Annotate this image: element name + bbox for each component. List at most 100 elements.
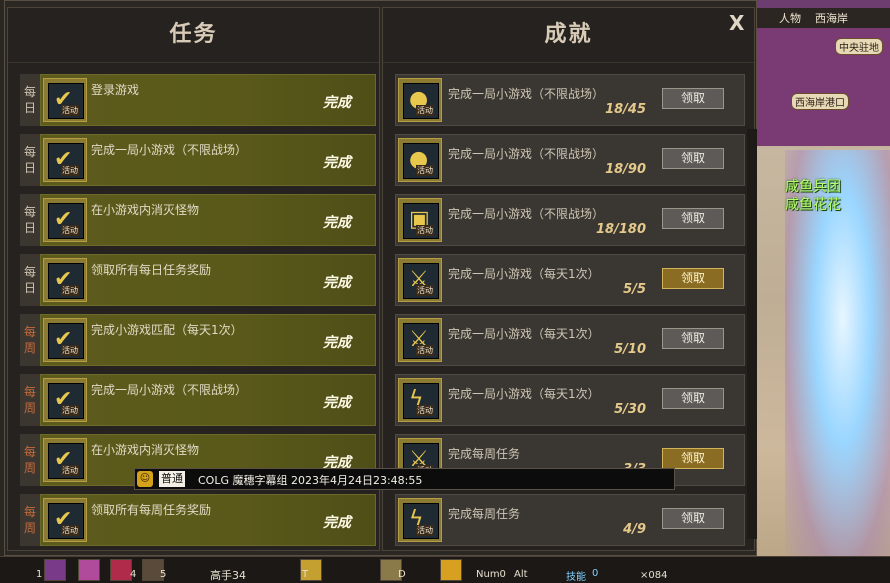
hotbar-slot[interactable] — [440, 559, 462, 581]
gold-medal-icon: ● 活动 — [398, 78, 442, 122]
achievement-progress: 5/10 — [614, 342, 646, 357]
quest-name: 领取所有每日任务奖励 — [91, 263, 212, 277]
chat-message-bar: ☺ 普通 COLG 魔穗字幕组 2023年4月24日23:48:55 — [134, 468, 675, 490]
gold-medal-icon: ● 活动 — [398, 138, 442, 182]
quest-status: 完成 — [323, 515, 351, 531]
quest-period-tag: 每周 — [20, 314, 40, 366]
achievement-row: ▣ 活动 完成一局小游戏（不限战场） 18/180 领取 — [395, 194, 745, 246]
map-label-central[interactable]: 中央驻地 — [835, 38, 883, 55]
achievement-progress: 18/180 — [596, 222, 646, 237]
skill-points: 0 — [592, 568, 599, 579]
hotkey-label: T — [302, 569, 309, 580]
achievement-name: 完成一局小游戏（每天1次） — [448, 387, 600, 401]
activity-badge-icon: ✔ 活动 — [43, 78, 87, 122]
quest-period-tag: 每日 — [20, 134, 40, 186]
quest-panel-title: 任务 — [8, 8, 379, 63]
hotbar-slot[interactable] — [110, 559, 132, 581]
activity-badge-icon: ✔ 活动 — [43, 198, 87, 242]
quest-status: 完成 — [323, 335, 351, 351]
hotbar-slot[interactable] — [78, 559, 100, 581]
claim-button[interactable]: 领取 — [662, 88, 724, 109]
quest-period-tag: 每周 — [20, 494, 40, 546]
activity-badge-icon: ✔ 活动 — [43, 258, 87, 302]
achievement-panel-title: 成就 — [383, 8, 754, 63]
quest-row: 每日 ✔ 活动 领取所有每日任务奖励完成 — [20, 254, 376, 306]
quest-period-tag: 每日 — [20, 74, 40, 126]
claim-button[interactable]: 领取 — [662, 388, 724, 409]
achievement-name: 完成每周任务 — [448, 447, 521, 461]
guild-member-name: 咸鱼花花 — [785, 197, 841, 213]
quest-row-body: ✔ 活动 登录游戏完成 — [40, 74, 376, 126]
achievement-row: ϟ 活动 完成一局小游戏（每天1次） 5/30 领取 — [395, 374, 745, 426]
claim-button[interactable]: 领取 — [662, 508, 724, 529]
claim-button[interactable]: 领取 — [662, 448, 724, 469]
quest-row: 每日 ✔ 活动 完成一局小游戏（不限战场） 完成 — [20, 134, 376, 186]
quest-status: 完成 — [323, 395, 351, 411]
achievement-name: 完成一局小游戏（不限战场） — [448, 87, 605, 101]
claim-button[interactable]: 领取 — [662, 328, 724, 349]
achievement-row: ⚔ 活动 完成一局小游戏（每天1次） 5/5 领取 — [395, 254, 745, 306]
quest-row: 每周 ✔ 活动 完成小游戏匹配（每天1次） 完成 — [20, 314, 376, 366]
quest-period-tag: 每周 — [20, 434, 40, 486]
chat-face-icon: ☺ — [137, 471, 153, 487]
achievement-name: 完成一局小游戏（不限战场） — [448, 147, 605, 161]
achievement-progress: 5/30 — [614, 402, 646, 417]
claim-button[interactable]: 领取 — [662, 148, 724, 169]
activity-badge-icon: ✔ 活动 — [43, 438, 87, 482]
achievement-name: 完成一局小游戏（不限战场） — [448, 207, 605, 221]
achievement-row: ⚔ 活动 完成一局小游戏（每天1次） 5/10 领取 — [395, 314, 745, 366]
quest-row-body: ✔ 活动 完成一局小游戏（不限战场） 完成 — [40, 374, 376, 426]
achievement-progress: 18/45 — [605, 102, 646, 117]
minimap[interactable]: 中央驻地 西海岸港口 — [755, 28, 890, 146]
quest-status: 完成 — [323, 275, 351, 291]
achievement-row: ϟ 活动 完成每周任务 4/9 领取 — [395, 494, 745, 546]
close-button[interactable]: X — [729, 11, 744, 35]
quest-status: 完成 — [323, 95, 351, 111]
quest-name: 在小游戏内消灭怪物 — [91, 203, 200, 217]
location-name: 西海岸 — [815, 12, 848, 25]
achievement-name: 完成一局小游戏（每天1次） — [448, 327, 600, 341]
quest-status: 完成 — [323, 215, 351, 231]
item-count: ×084 — [640, 570, 668, 581]
guild-name: 咸鱼兵团 — [785, 179, 841, 195]
achievement-progress: 4/9 — [623, 522, 646, 537]
quest-name: 在小游戏内消灭怪物 — [91, 443, 200, 457]
achievement-name: 完成每周任务 — [448, 507, 521, 521]
activity-badge-icon: ✔ 活动 — [43, 318, 87, 362]
quest-row: 每日 ✔ 活动 登录游戏完成 — [20, 74, 376, 126]
quest-row-body: ✔ 活动 领取所有每日任务奖励完成 — [40, 254, 376, 306]
activity-badge-icon: ✔ 活动 — [43, 498, 87, 542]
character-tab[interactable]: 人物 — [779, 10, 801, 26]
map-header: 人物 西海岸 — [755, 8, 890, 29]
skill-label: 技能 — [566, 572, 586, 583]
hotkey-label: 5 — [160, 569, 167, 580]
hotkey-label: D — [398, 569, 406, 580]
hotbar-slot[interactable] — [44, 559, 66, 581]
quest-status: 完成 — [323, 155, 351, 171]
claim-button[interactable]: 领取 — [662, 268, 724, 289]
treasure-chest-icon: ▣ 活动 — [398, 198, 442, 242]
level-label: 高手34 — [210, 569, 246, 582]
quest-row: 每周 ✔ 活动 领取所有每周任务奖励完成 — [20, 494, 376, 546]
achievement-name: 完成一局小游戏（每天1次） — [448, 267, 600, 281]
quest-row-body: ✔ 活动 完成一局小游戏（不限战场） 完成 — [40, 134, 376, 186]
quest-period-tag: 每日 — [20, 254, 40, 306]
quest-name: 完成一局小游戏（不限战场） — [91, 143, 248, 157]
quest-row-body: ✔ 活动 完成小游戏匹配（每天1次） 完成 — [40, 314, 376, 366]
activity-badge-icon: ✔ 活动 — [43, 138, 87, 182]
chat-channel-button[interactable]: 普通 — [159, 471, 185, 487]
quest-row: 每日 ✔ 活动 在小游戏内消灭怪物 完成 — [20, 194, 376, 246]
claim-button[interactable]: 领取 — [662, 208, 724, 229]
achievement-row: ● 活动 完成一局小游戏（不限战场） 18/90 领取 — [395, 134, 745, 186]
hotkey-label: Num0 — [476, 569, 506, 580]
achievement-progress: 18/90 — [605, 162, 646, 177]
sword-icon: ⚔活动 — [398, 258, 442, 302]
quest-period-tag: 每周 — [20, 374, 40, 426]
quest-name: 登录游戏 — [91, 83, 140, 97]
hotkey-label: 4 — [130, 569, 137, 580]
achievement-scrollbar[interactable] — [747, 129, 757, 539]
quest-name: 领取所有每周任务奖励 — [91, 503, 212, 517]
chat-message-text: COLG 魔穗字幕组 2023年4月24日23:48:55 — [198, 474, 423, 487]
map-label-port[interactable]: 西海岸港口 — [791, 93, 849, 110]
sword-icon: ⚔活动 — [398, 318, 442, 362]
